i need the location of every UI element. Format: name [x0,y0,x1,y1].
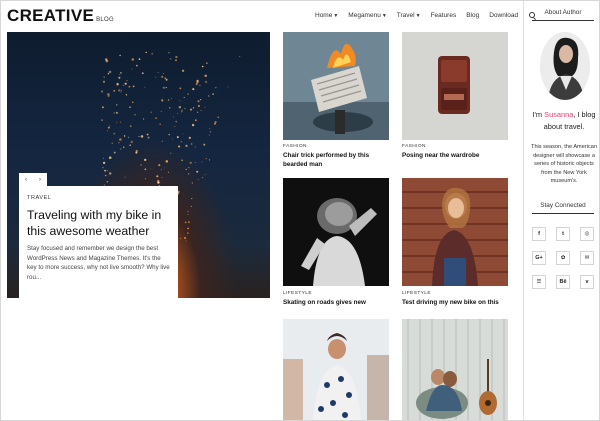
nav-item-home[interactable]: Home ▼ [315,12,338,19]
email-icon[interactable]: ✉ [580,251,594,265]
nav-item-blog[interactable]: Blog [466,12,479,19]
caret-down-icon: ▼ [333,12,339,19]
nav-label: Megamenu [348,12,381,19]
facebook-icon[interactable]: f [532,227,546,241]
author-bio: This season, the American designer will … [531,144,597,185]
vimeo-icon[interactable]: v [580,275,594,289]
hero-title[interactable]: Traveling with my bike in this awesome w… [27,207,170,239]
sidebar: About Author I'm Susanna, I blog about t… [523,1,599,420]
post-image-bike-test[interactable] [402,178,508,286]
nav-item-megamenu[interactable]: Megamenu ▼ [348,12,386,19]
post-image-skating[interactable] [283,178,389,286]
post-image-wardrobe[interactable] [402,32,508,140]
post-category[interactable]: LIFESTYLE [283,291,312,296]
post-title[interactable]: Skating on roads gives new [283,298,389,307]
author-name[interactable]: Susanna [544,110,573,119]
post-title[interactable]: Test driving my new bike on this [402,298,508,307]
social-icons: f t ◎ G+ ✿ ✉ ☰ Bē v [532,227,594,289]
post-image-chair-trick[interactable] [283,32,389,140]
author-intro: I'm Susanna, I blog about travel. [528,109,599,133]
hero-card: TRAVEL Traveling with my bike in this aw… [19,186,178,298]
post-title[interactable]: Posing near the wardrobe [402,151,508,160]
instagram-icon[interactable]: ◎ [580,227,594,241]
nav-label: Blog [466,12,480,19]
twitter-icon[interactable]: t [556,227,570,241]
about-author-heading: About Author [532,9,594,21]
post-image-guitar-couple[interactable] [402,319,508,420]
post-category[interactable]: FASHION [283,144,307,149]
post-title[interactable]: Chair trick performed by this bearded ma… [283,151,389,169]
logo-main-text: CREATIVE [7,6,95,25]
nav-item-travel[interactable]: Travel ▼ [397,12,421,19]
flickr-icon[interactable]: ✿ [556,251,570,265]
intro-prefix: I'm [532,110,545,119]
nav-label: Features [430,12,457,19]
hero-category[interactable]: TRAVEL [27,195,170,201]
site-logo[interactable]: CREATIVE BLOG [7,6,114,26]
post-category[interactable]: LIFESTYLE [402,291,431,296]
nav-item-features[interactable]: Features [431,12,457,19]
logo-sub-text: BLOG [96,17,114,23]
hero-slider-arrows: ‹ › [19,173,47,186]
post-image-shirt-man[interactable] [283,319,389,420]
nav-item-download[interactable]: Download [489,12,518,19]
page: CREATIVE BLOG Home ▼ Megamenu ▼ Travel ▼ Fe… [0,0,600,421]
stay-connected-heading: Stay Connected [532,202,594,214]
prev-arrow-button[interactable]: ‹ [19,173,33,186]
main-nav: Home ▼ Megamenu ▼ Travel ▼ Features Blog Do… [315,12,536,19]
hero-excerpt: Stay focused and remember we design the … [27,245,170,281]
next-arrow-button[interactable]: › [33,173,47,186]
caret-down-icon: ▼ [381,12,387,19]
author-avatar[interactable] [540,32,590,100]
caret-down-icon: ▼ [415,12,421,19]
post-category[interactable]: FASHION [402,144,426,149]
behance-icon[interactable]: Bē [556,275,570,289]
nav-label: Travel [396,12,415,19]
nav-label: Download [489,12,519,19]
rss-icon[interactable]: ☰ [532,275,546,289]
nav-label: Home [315,12,333,19]
google-plus-icon[interactable]: G+ [532,251,546,265]
